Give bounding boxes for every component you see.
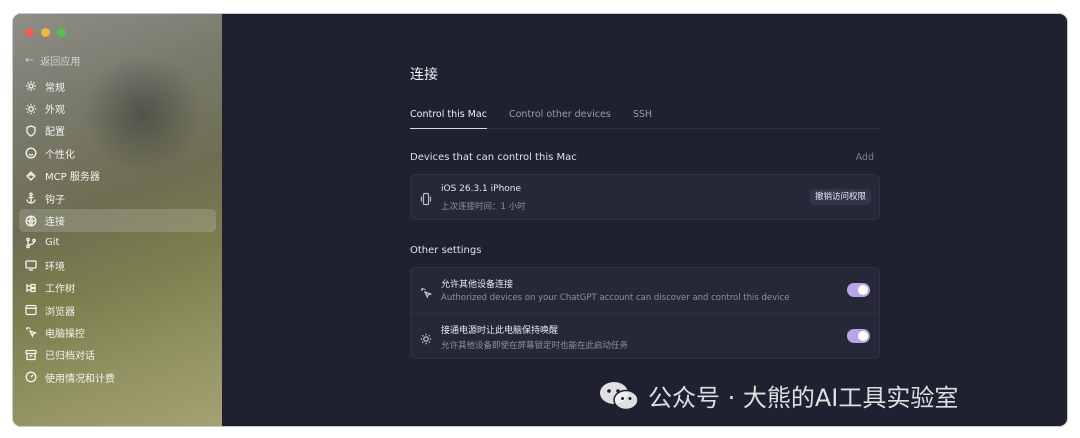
watermark: 公众号 · 大熊的AI工具实验室 xyxy=(598,378,958,413)
mcp-icon xyxy=(25,170,37,182)
sidebar-item-environment[interactable]: 环境 xyxy=(19,254,216,276)
revoke-access-button[interactable]: 撤销访问权限 xyxy=(809,189,871,205)
sidebar-item-label: 钩子 xyxy=(45,194,65,206)
git-branch-icon xyxy=(25,237,37,249)
globe-icon xyxy=(25,215,37,227)
cursor-click-icon xyxy=(25,326,37,339)
setting-description: 允许其他设备即使在屏幕锁定时也能在此启动任务 xyxy=(441,341,629,351)
tab-control-other-devices[interactable]: Control other devices xyxy=(509,108,611,129)
sidebar-item-label: Git xyxy=(45,237,60,249)
tab-bar: Control this Mac Control other devices S… xyxy=(410,108,880,129)
sidebar-item-label: 电脑操控 xyxy=(45,328,85,340)
browser-icon xyxy=(25,304,37,316)
sidebar-item-label: 已归档对话 xyxy=(45,351,95,363)
sidebar-item-connection[interactable]: 连接 xyxy=(19,209,216,232)
sidebar: ← 返回应用 常规 外观 配置 个性化 MCP 服务器 钩子 连接 Git 环境… xyxy=(13,14,222,426)
other-settings-title: Other settings xyxy=(410,245,482,256)
sidebar-item-personalization[interactable]: 个性化 xyxy=(19,142,216,164)
archive-icon xyxy=(25,349,37,361)
sidebar-item-label: 外观 xyxy=(45,105,65,117)
sidebar-item-label: 工作树 xyxy=(45,284,75,296)
allow-other-devices-toggle[interactable] xyxy=(847,283,870,297)
setting-title: 接通电源时让此电脑保持唤醒 xyxy=(441,326,559,336)
setting-allow-other-devices: 允许其他设备连接 Authorized devices on your Chat… xyxy=(411,268,879,314)
close-window-button[interactable] xyxy=(25,28,34,37)
tab-control-this-mac[interactable]: Control this Mac xyxy=(410,108,487,129)
sidebar-item-browser[interactable]: 浏览器 xyxy=(19,299,216,321)
sidebar-item-label: 配置 xyxy=(45,127,65,139)
sidebar-item-label: 常规 xyxy=(45,82,65,94)
monitor-icon xyxy=(25,259,37,271)
shield-icon xyxy=(25,125,37,137)
sidebar-nav: 常规 外观 配置 个性化 MCP 服务器 钩子 连接 Git 环境 工作树 浏览… xyxy=(19,75,216,388)
keep-awake-toggle[interactable] xyxy=(847,329,870,343)
sidebar-item-label: 浏览器 xyxy=(45,306,75,318)
sidebar-item-git[interactable]: Git xyxy=(19,232,216,254)
sidebar-item-label: 使用情况和计费 xyxy=(45,373,115,385)
gauge-icon xyxy=(25,371,37,383)
arrow-left-icon: ← xyxy=(25,55,34,66)
anchor-icon xyxy=(25,192,37,204)
sidebar-item-computer-use[interactable]: 电脑操控 xyxy=(19,321,216,343)
zoom-window-button[interactable] xyxy=(57,28,66,37)
back-to-app-link[interactable]: ← 返回应用 xyxy=(25,53,80,68)
worktree-icon xyxy=(25,282,37,294)
sidebar-item-hooks[interactable]: 钩子 xyxy=(19,187,216,209)
wechat-logo-icon xyxy=(600,381,639,410)
setting-title: 允许其他设备连接 xyxy=(441,280,514,290)
devices-section-title: Devices that can control this Mac xyxy=(410,152,577,163)
sidebar-item-usage-billing[interactable]: 使用情况和计费 xyxy=(19,366,216,388)
sidebar-item-label: 个性化 xyxy=(45,149,75,161)
setting-keep-awake: 接通电源时让此电脑保持唤醒 允许其他设备即使在屏幕锁定时也能在此启动任务 xyxy=(411,314,879,360)
device-name: iOS 26.3.1 iPhone xyxy=(441,184,522,194)
device-card: iOS 26.3.1 iPhone 上次连接时间：1 小时 撤销访问权限 xyxy=(410,174,880,220)
add-device-button[interactable]: Add xyxy=(856,152,874,163)
sidebar-item-config[interactable]: 配置 xyxy=(19,120,216,142)
sidebar-item-appearance[interactable]: 外观 xyxy=(19,97,216,119)
device-last-connected: 上次连接时间：1 小时 xyxy=(441,202,526,212)
sidebar-item-general[interactable]: 常规 xyxy=(19,75,216,97)
setting-description: Authorized devices on your ChatGPT accou… xyxy=(441,293,790,303)
page-title: 连接 xyxy=(410,67,438,83)
sidebar-item-label: 环境 xyxy=(45,261,65,273)
sun-icon xyxy=(25,103,37,115)
other-settings-card: 允许其他设备连接 Authorized devices on your Chat… xyxy=(410,267,880,359)
sidebar-item-label: MCP 服务器 xyxy=(45,172,100,184)
tab-ssh[interactable]: SSH xyxy=(633,108,652,129)
app-window: ← 返回应用 常规 外观 配置 个性化 MCP 服务器 钩子 连接 Git 环境… xyxy=(13,14,1067,426)
watermark-text: 公众号 · 大熊的AI工具实验室 xyxy=(648,384,959,412)
cursor-click-icon xyxy=(420,284,433,299)
sidebar-item-label: 连接 xyxy=(45,217,65,229)
gear-icon xyxy=(25,80,37,92)
sidebar-item-worktrees[interactable]: 工作树 xyxy=(19,277,216,299)
sidebar-item-mcp-servers[interactable]: MCP 服务器 xyxy=(19,165,216,187)
smile-icon xyxy=(25,147,37,159)
window-controls xyxy=(25,28,66,37)
phone-vibrate-icon xyxy=(420,191,432,206)
main-panel: 连接 Control this Mac Control other device… xyxy=(222,14,1067,426)
sun-icon xyxy=(420,330,432,345)
minimize-window-button[interactable] xyxy=(41,28,50,37)
sidebar-item-archived-chats[interactable]: 已归档对话 xyxy=(19,344,216,366)
back-label: 返回应用 xyxy=(40,57,81,68)
